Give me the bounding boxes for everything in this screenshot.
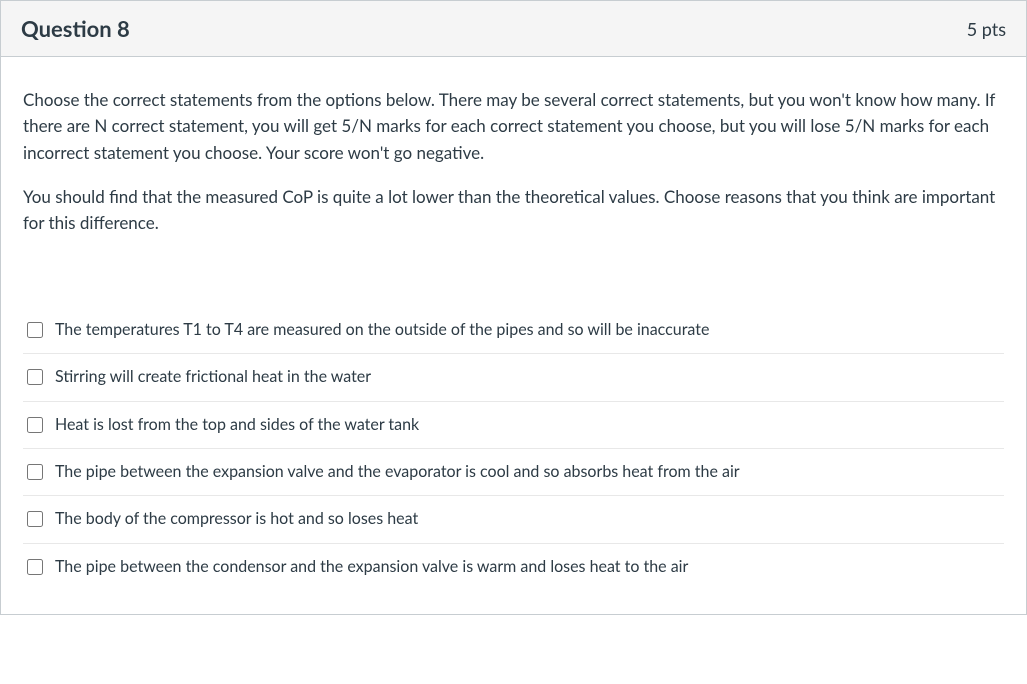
answer-checkbox[interactable] (27, 464, 43, 480)
question-card: Question 8 5 pts Choose the correct stat… (0, 0, 1027, 615)
answer-label: The body of the compressor is hot and so… (55, 508, 418, 530)
answer-option[interactable]: The temperatures T1 to T4 are measured o… (23, 307, 1004, 354)
question-title: Question 8 (21, 15, 130, 42)
question-header: Question 8 5 pts (1, 1, 1026, 57)
answer-label: Heat is lost from the top and sides of t… (55, 414, 419, 436)
answer-checkbox[interactable] (27, 369, 43, 385)
answer-checkbox[interactable] (27, 322, 43, 338)
question-body: Choose the correct statements from the o… (1, 57, 1026, 614)
prompt-paragraph-2: You should find that the measured CoP is… (23, 184, 1004, 237)
prompt-paragraph-1: Choose the correct statements from the o… (23, 87, 1004, 166)
answer-option[interactable]: The body of the compressor is hot and so… (23, 496, 1004, 543)
answer-label: The temperatures T1 to T4 are measured o… (55, 319, 709, 341)
answer-checkbox[interactable] (27, 511, 43, 527)
answer-option[interactable]: Stirring will create frictional heat in … (23, 354, 1004, 401)
answer-checkbox[interactable] (27, 417, 43, 433)
answer-option[interactable]: The pipe between the condensor and the e… (23, 544, 1004, 590)
answer-checkbox[interactable] (27, 559, 43, 575)
answer-label: Stirring will create frictional heat in … (55, 366, 371, 388)
question-points: 5 pts (967, 18, 1006, 40)
answers-list: The temperatures T1 to T4 are measured o… (23, 307, 1004, 590)
answer-label: The pipe between the expansion valve and… (55, 461, 740, 483)
answer-label: The pipe between the condensor and the e… (55, 556, 688, 578)
answer-option[interactable]: The pipe between the expansion valve and… (23, 449, 1004, 496)
answer-option[interactable]: Heat is lost from the top and sides of t… (23, 402, 1004, 449)
